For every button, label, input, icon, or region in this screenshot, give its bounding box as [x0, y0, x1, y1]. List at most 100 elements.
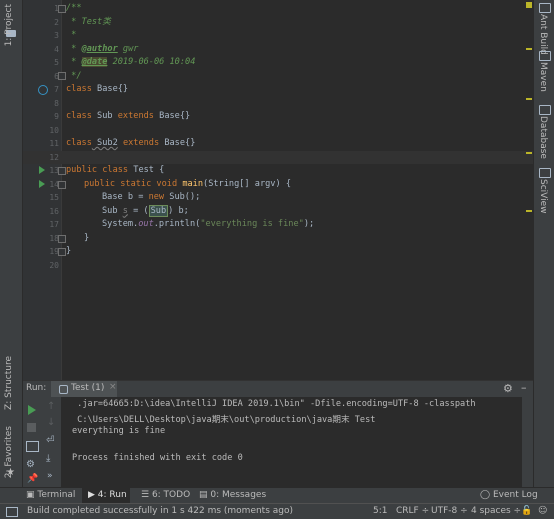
method-name: main	[182, 178, 204, 189]
doc-comment-close: */	[66, 70, 82, 81]
code-line: 11 class Sub2 extends Base{}	[23, 137, 533, 151]
highlighted-cast: Sub	[148, 204, 169, 217]
line-separator[interactable]: CRLF ÷	[396, 506, 429, 516]
code-line: 17 System.out.println("everything is fin…	[23, 218, 533, 232]
fold-icon[interactable]	[58, 167, 66, 175]
editor-scroll-markers[interactable]	[525, 0, 533, 380]
scroll-to-end-icon[interactable]: ⤓	[46, 453, 50, 464]
terminal-tab-label: Terminal	[37, 490, 76, 500]
run-tab-label[interactable]: Test (1)	[71, 383, 104, 393]
author-value: gwr	[117, 43, 139, 54]
panel-toggle-icon[interactable]	[6, 507, 18, 517]
code-line: 1 /**	[23, 2, 533, 16]
structure-tool-tab[interactable]: Z: Structure	[4, 356, 14, 410]
code-line: 16 Sub s = (Sub) b;	[23, 204, 533, 219]
fold-icon[interactable]	[58, 5, 66, 13]
run-main-icon[interactable]	[39, 179, 45, 188]
settings-icon[interactable]: ⚙	[26, 459, 35, 470]
close-tab-icon[interactable]: ×	[109, 382, 117, 392]
code-editor[interactable]: 1 /** 2 * Test类 3 * 4 * @author gwr 5 * …	[23, 0, 533, 380]
status-message[interactable]: Build completed successfully in 1 s 422 …	[27, 506, 293, 516]
fold-icon[interactable]	[58, 248, 66, 256]
date-value: 2019-06-06 10:04	[107, 57, 196, 67]
code-line: 18 }	[23, 232, 533, 246]
run-class-icon[interactable]	[39, 166, 45, 174]
line-separator-label: CRLF	[396, 506, 419, 516]
statement: Sub	[102, 205, 123, 216]
console-line: C:\Users\DELL\Desktop\java期末\out\product…	[72, 415, 376, 425]
line-number: 20	[49, 260, 59, 270]
line-number: 6	[54, 71, 59, 81]
unused-class-name: Sub2	[91, 138, 118, 148]
statement: Sub();	[164, 192, 201, 202]
sciview-icon	[539, 168, 551, 178]
line-number: 18	[49, 233, 59, 243]
statement: ) b;	[168, 205, 189, 216]
maven-tool-tab[interactable]: Maven	[538, 62, 548, 92]
project-tool-tab[interactable]: 1: Project	[4, 4, 14, 46]
pin-icon[interactable]: 📌	[27, 474, 38, 484]
status-bar: Build completed successfully in 1 s 422 …	[0, 503, 554, 519]
fold-icon[interactable]	[58, 181, 66, 189]
console-output[interactable]: .jar=64665:D:\idea\IntelliJ IDEA 2019.1\…	[62, 397, 522, 487]
left-tool-stripe: 1: Project Z: Structure 2: Favorites ★	[0, 0, 23, 487]
database-tool-tab[interactable]: Database	[538, 116, 548, 159]
static-field: out	[138, 219, 154, 229]
down-arrow-icon[interactable]: ↓	[47, 417, 55, 428]
line-number: 12	[49, 152, 59, 162]
todo-tab-label: 6: TODO	[151, 490, 191, 500]
code-line-current: 12	[23, 150, 533, 164]
marker[interactable]	[526, 210, 532, 212]
fold-icon[interactable]	[58, 235, 66, 243]
class-decl: Base{}	[91, 84, 129, 94]
event-log-tab[interactable]: ◯ Event Log	[480, 490, 538, 500]
messages-tab[interactable]: ▤ 0: Messages	[199, 490, 266, 500]
class-decl: Base{}	[153, 111, 191, 121]
line-number: 10	[49, 125, 59, 135]
doc-comment-open: /**	[66, 3, 82, 13]
marker[interactable]	[526, 98, 532, 100]
more-icon[interactable]: »	[47, 471, 53, 481]
code-line: 4 * @author gwr	[23, 43, 533, 57]
fold-icon[interactable]	[58, 72, 66, 80]
run-toolbar-left: ⚙ 📌	[23, 397, 41, 487]
todo-tab[interactable]: ☰ 6: TODO	[141, 490, 190, 500]
lock-icon[interactable]: 🔓	[521, 506, 532, 516]
inspector-icon[interactable]: ☺	[538, 506, 547, 516]
maven-icon	[539, 51, 551, 61]
stop-icon[interactable]	[27, 423, 36, 432]
rerun-icon[interactable]	[28, 405, 36, 415]
restore-layout-icon[interactable]	[26, 441, 39, 452]
code-line: 15 Base b = new Sub();	[23, 191, 533, 205]
messages-tab-label: 0: Messages	[210, 490, 267, 500]
method-params: (String[] argv) {	[203, 178, 291, 189]
code-line: 5 * @date 2019-06-06 10:04	[23, 56, 533, 70]
file-encoding[interactable]: UTF-8 ÷	[431, 506, 468, 516]
terminal-tab[interactable]: ▣ Terminal	[26, 490, 75, 500]
minimize-icon[interactable]: –	[521, 381, 527, 394]
sciview-tool-tab[interactable]: SciView	[538, 179, 548, 214]
line-number: 16	[49, 206, 59, 216]
author-tag: @author	[81, 43, 118, 54]
caret-position[interactable]: 5:1	[373, 506, 387, 516]
inspection-status-icon[interactable]	[526, 2, 532, 8]
line-number: 15	[49, 193, 59, 202]
statement: System.	[102, 219, 139, 229]
console-scrollbar[interactable]	[522, 397, 533, 487]
marker[interactable]	[526, 152, 532, 154]
class-decl: Base{}	[159, 138, 196, 148]
soft-wrap-icon[interactable]: ⏎	[46, 435, 54, 446]
code-line: 9 class Sub extends Base{}	[23, 110, 533, 124]
gear-icon[interactable]: ⚙	[503, 382, 513, 395]
code-line: 2 * Test类	[23, 16, 533, 30]
run-tool-tab[interactable]: ▶ 4: Run	[88, 490, 127, 500]
doc-comment-text: * Test类	[66, 16, 111, 27]
overridden-icon[interactable]	[38, 85, 48, 95]
line-number: 9	[54, 112, 59, 121]
star-icon[interactable]: ★	[6, 467, 15, 478]
indent-setting[interactable]: 4 spaces ÷	[471, 506, 521, 516]
keyword: extends	[117, 111, 154, 121]
marker[interactable]	[526, 48, 532, 50]
ant-build-tool-tab[interactable]: Ant Build	[538, 14, 548, 55]
up-arrow-icon[interactable]: ↑	[47, 401, 55, 412]
